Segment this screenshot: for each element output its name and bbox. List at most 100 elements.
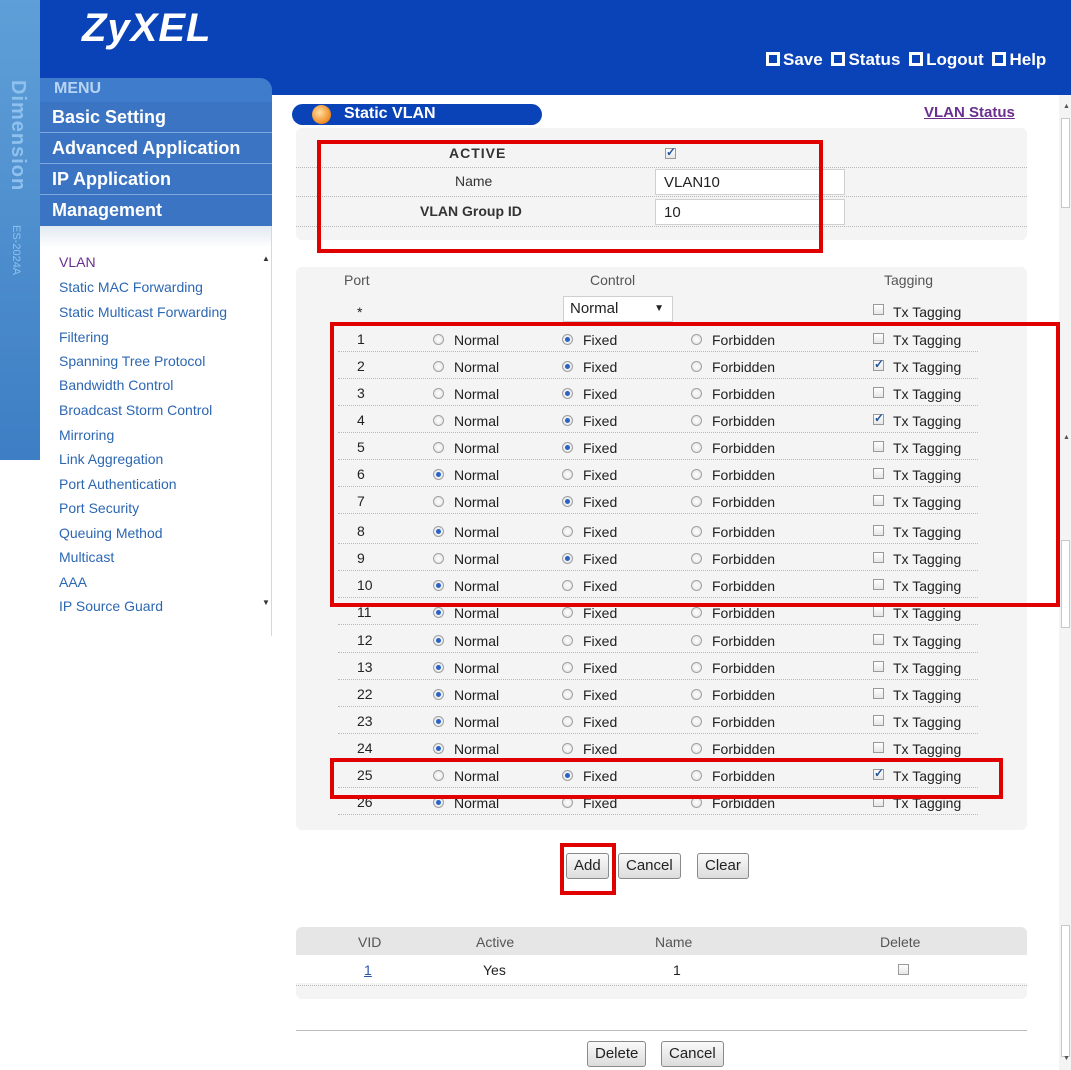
control-forbidden-radio[interactable] [691, 743, 702, 754]
submenu-item[interactable]: Queuing Method [59, 525, 163, 541]
vid-link[interactable]: 1 [364, 962, 372, 978]
menu-basic-setting[interactable]: Basic Setting [52, 107, 166, 128]
control-fixed-radio[interactable] [562, 662, 573, 673]
row-divider [296, 985, 1027, 986]
all-ports-tx-tagging-checkbox[interactable] [873, 304, 884, 315]
row-divider [338, 733, 978, 734]
all-ports-control-select[interactable]: Normal ▼ [563, 296, 673, 322]
menu-ip-application[interactable]: IP Application [52, 169, 171, 190]
control-fixed-radio[interactable] [562, 635, 573, 646]
row-divider [338, 814, 978, 815]
tx-tagging-checkbox[interactable] [873, 661, 884, 672]
page-title: Static VLAN [344, 105, 436, 122]
control-fixed-radio[interactable] [562, 689, 573, 700]
submenu-item[interactable]: VLAN [59, 254, 96, 270]
control-option-label: Fixed [583, 633, 618, 649]
tx-tagging-checkbox[interactable] [873, 688, 884, 699]
control-option-label: Fixed [583, 660, 618, 676]
submenu-item[interactable]: Static Multicast Forwarding [59, 304, 227, 320]
tx-tagging-checkbox[interactable] [873, 606, 884, 617]
main-menu: Basic Setting Advanced Application IP Ap… [40, 102, 272, 226]
control-forbidden-radio[interactable] [691, 607, 702, 618]
submenu-item[interactable]: Filtering [59, 329, 109, 345]
orb-icon [312, 105, 331, 124]
control-normal-radio[interactable] [433, 635, 444, 646]
brand-side-strip: Dimension ES-2024A [0, 0, 40, 460]
all-ports-tx-tagging-label: Tx Tagging [893, 304, 962, 320]
control-normal-radio[interactable] [433, 607, 444, 618]
control-option-label: Forbidden [712, 741, 776, 757]
cancel-bottom-button[interactable]: Cancel [661, 1041, 724, 1067]
control-fixed-radio[interactable] [562, 607, 573, 618]
port-header: Port [344, 272, 370, 288]
scroll-thumb[interactable] [1061, 540, 1070, 628]
scroll-up-icon[interactable]: ▲ [262, 254, 270, 263]
scroll-down-icon[interactable]: ▼ [1063, 1055, 1070, 1062]
submenu-item[interactable]: Spanning Tree Protocol [59, 353, 205, 369]
scroll-up-icon[interactable]: ▲ [1063, 103, 1070, 110]
vid-header: VID [358, 934, 382, 950]
help-icon [992, 52, 1007, 66]
clear-button[interactable]: Clear [697, 853, 749, 879]
bottom-divider [296, 1030, 1027, 1031]
logout-link[interactable]: Logout [909, 50, 984, 69]
control-forbidden-radio[interactable] [691, 635, 702, 646]
menu-management[interactable]: Management [52, 200, 162, 221]
submenu-item[interactable]: Mirroring [59, 427, 114, 443]
cancel-button[interactable]: Cancel [618, 853, 681, 879]
scroll-thumb[interactable] [1061, 118, 1070, 208]
submenu-item[interactable]: Port Security [59, 500, 139, 516]
control-option-label: Fixed [583, 741, 618, 757]
control-fixed-radio[interactable] [562, 743, 573, 754]
control-normal-radio[interactable] [433, 716, 444, 727]
tx-tagging-checkbox[interactable] [873, 634, 884, 645]
tx-tagging-label: Tx Tagging [893, 687, 962, 703]
all-ports-label: * [357, 304, 363, 320]
menu-divider [40, 132, 272, 133]
submenu-item[interactable]: Multicast [59, 549, 114, 565]
control-forbidden-radio[interactable] [691, 689, 702, 700]
tx-tagging-label: Tx Tagging [893, 660, 962, 676]
tx-tagging-label: Tx Tagging [893, 714, 962, 730]
tx-tagging-checkbox[interactable] [873, 742, 884, 753]
control-normal-radio[interactable] [433, 662, 444, 673]
menu-divider [40, 194, 272, 195]
status-link[interactable]: Status [831, 50, 900, 69]
delete-button[interactable]: Delete [587, 1041, 647, 1067]
control-option-label: Forbidden [712, 605, 776, 621]
delete-checkbox[interactable] [898, 964, 909, 975]
control-normal-radio[interactable] [433, 743, 444, 754]
submenu-item[interactable]: Port Authentication [59, 476, 177, 492]
save-icon [766, 52, 780, 66]
control-forbidden-radio[interactable] [691, 662, 702, 673]
scroll-down-icon[interactable]: ▼ [262, 598, 270, 607]
menu-header: MENU [40, 78, 272, 102]
control-fixed-radio[interactable] [562, 716, 573, 727]
control-forbidden-radio[interactable] [691, 716, 702, 727]
brand-side-text: Dimension [7, 80, 29, 192]
submenu-item[interactable]: Static MAC Forwarding [59, 279, 203, 295]
submenu-item[interactable]: Bandwidth Control [59, 377, 173, 393]
help-link[interactable]: Help [992, 50, 1046, 69]
control-option-label: Normal [454, 633, 500, 649]
highlight-box [560, 843, 616, 895]
scroll-thumb[interactable] [1061, 925, 1070, 1057]
save-link[interactable]: Save [766, 50, 823, 69]
submenu-item[interactable]: IP Source Guard [59, 598, 163, 614]
scroll-up-icon[interactable]: ▲ [1063, 434, 1070, 441]
page-title-bar: Static VLAN [292, 104, 542, 125]
control-option-label: Fixed [583, 687, 618, 703]
highlight-box [330, 758, 1003, 799]
submenu-item[interactable]: Broadcast Storm Control [59, 402, 212, 418]
vlan-status-link[interactable]: VLAN Status [924, 104, 1015, 121]
summary-active-value: Yes [483, 962, 506, 978]
control-normal-radio[interactable] [433, 689, 444, 700]
active-header: Active [476, 934, 515, 950]
submenu-item[interactable]: AAA [59, 574, 87, 590]
tx-tagging-checkbox[interactable] [873, 715, 884, 726]
control-header: Control [590, 272, 636, 288]
menu-advanced-application[interactable]: Advanced Application [52, 138, 240, 159]
submenu-scrollbar[interactable]: ▲ ▼ [262, 254, 270, 624]
submenu-item[interactable]: Link Aggregation [59, 451, 163, 467]
submenu-band [40, 226, 272, 248]
